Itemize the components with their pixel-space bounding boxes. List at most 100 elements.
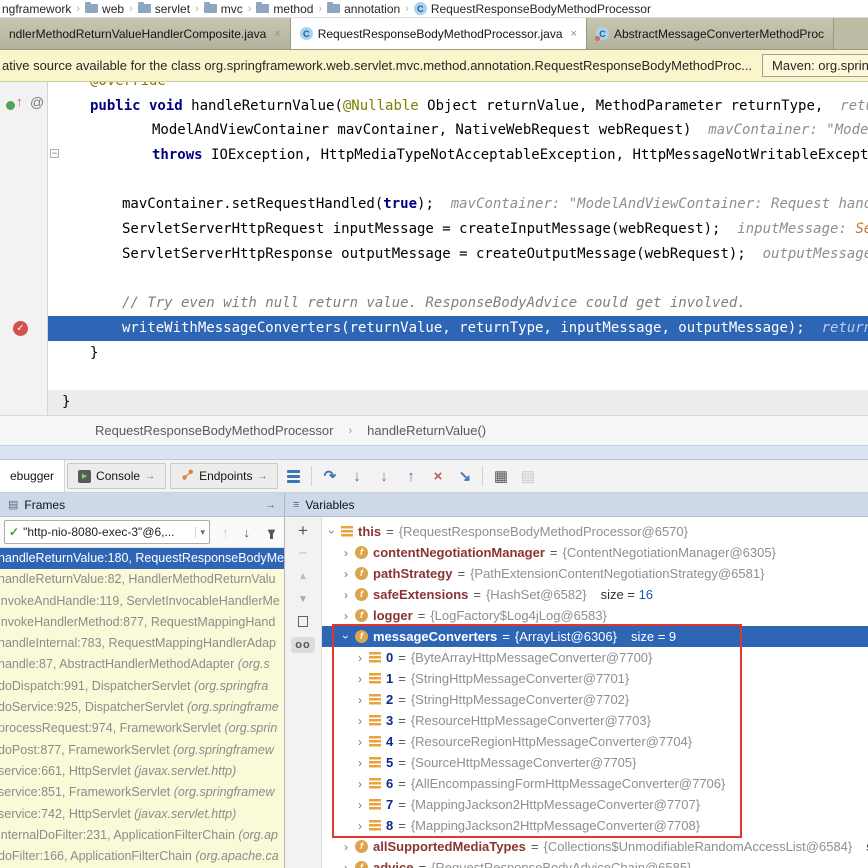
chevron-collapsed-icon[interactable]: › — [340, 841, 352, 853]
variable-row-4[interactable]: ›4={ResourceRegionHttpMessageConverter@7… — [322, 731, 868, 752]
breadcrumb-item-mvc[interactable]: mvc — [204, 2, 243, 16]
code-area[interactable]: @Overridepublic void handleReturnValue(@… — [48, 82, 868, 415]
override-marker-icon[interactable]: ↑ — [16, 95, 23, 108]
show-watches-icon[interactable]: oo — [291, 637, 314, 653]
chevron-collapsed-icon[interactable]: › — [340, 568, 352, 580]
variable-row-6[interactable]: ›6={AllEncompassingFormHttpMessageConver… — [322, 773, 868, 794]
filter-frames-icon[interactable]: ▼ — [265, 526, 278, 539]
frame-row[interactable]: handleReturnValue:82, HandlerMethodRetur… — [0, 569, 284, 590]
frame-row[interactable]: service:742, HttpServlet (javax.servlet.… — [0, 804, 284, 825]
drop-frame-icon[interactable]: × — [424, 460, 451, 492]
frame-up-icon[interactable]: ↑ — [222, 526, 229, 539]
frame-row[interactable]: handle:87, AbstractHandlerMethodAdapter … — [0, 654, 284, 675]
evaluate-expression-icon[interactable]: ▦ — [487, 460, 514, 492]
thread-selector[interactable]: ✓ "http-nio-8080-exec-3"@6,... ▾ — [4, 520, 210, 544]
frame-row[interactable]: service:661, HttpServlet (javax.servlet.… — [0, 761, 284, 782]
layout-icon[interactable]: ▤ — [514, 460, 541, 492]
move-down-icon[interactable]: ▼ — [298, 593, 308, 606]
variable-row-1[interactable]: ›1={StringHttpMessageConverter@7701} — [322, 668, 868, 689]
frame-row[interactable]: doFilter:166, ApplicationFilterChain (or… — [0, 846, 284, 867]
variable-row-advice[interactable]: ›fadvice={RequestResponseBodyAdviceChain… — [322, 857, 868, 868]
code-line[interactable]: throws IOException, HttpMediaTypeNotAcce… — [48, 143, 868, 168]
breadcrumb-method[interactable]: handleReturnValue() — [367, 423, 486, 438]
force-step-into-icon[interactable]: ↓ — [370, 460, 397, 492]
chevron-collapsed-icon[interactable]: › — [354, 757, 366, 769]
tab-ndlerMethodReturnValueHandlerComposite.java[interactable]: ndlerMethodReturnValueHandlerComposite.j… — [0, 18, 291, 49]
chevron-collapsed-icon[interactable]: › — [354, 778, 366, 790]
code-editor[interactable]: ↑ @ ✓ − − @Overridepublic void handleRet… — [0, 82, 868, 415]
chevron-collapsed-icon[interactable]: › — [340, 862, 352, 868]
code-line[interactable]: writeWithMessageConverters(returnValue, … — [48, 316, 868, 341]
chevron-collapsed-icon[interactable]: › — [354, 652, 366, 664]
frame-row[interactable]: doService:925, DispatcherServlet (org.sp… — [0, 697, 284, 718]
chevron-collapsed-icon[interactable]: › — [340, 589, 352, 601]
implementing-marker-icon[interactable] — [6, 101, 15, 110]
variable-row-safeExtensions[interactable]: ›fsafeExtensions={HashSet@6582}size = 16 — [322, 584, 868, 605]
step-out-icon[interactable]: ↑ — [397, 460, 424, 492]
chevron-collapsed-icon[interactable]: › — [340, 547, 352, 559]
frame-row[interactable]: handleInternal:783, RequestMappingHandle… — [0, 633, 284, 654]
variable-row-0[interactable]: ›0={ByteArrayHttpMessageConverter@7700} — [322, 647, 868, 668]
frame-row[interactable]: doPost:877, FrameworkServlet (org.spring… — [0, 740, 284, 761]
variable-row-8[interactable]: ›8={MappingJackson2HttpMessageConverter@… — [322, 815, 868, 836]
library-selector-button[interactable]: Maven: org.spring — [762, 54, 868, 77]
code-line[interactable]: } — [48, 341, 868, 366]
code-line[interactable]: // Try even with null return value. Resp… — [48, 291, 868, 316]
step-into-icon[interactable]: ↓ — [343, 460, 370, 492]
remove-watch-icon[interactable]: − — [299, 547, 308, 560]
code-line[interactable]: public void handleReturnValue(@Nullable … — [48, 94, 868, 119]
menu-icon[interactable] — [280, 460, 307, 492]
breadcrumb-item-method[interactable]: method — [256, 2, 313, 16]
breadcrumb-class[interactable]: RequestResponseBodyMethodProcessor — [95, 423, 333, 438]
chevron-expanded-icon[interactable]: › — [326, 526, 338, 538]
variable-row-logger[interactable]: ›flogger={LogFactory$Log4jLog@6583} — [322, 605, 868, 626]
frame-row[interactable]: doDispatch:991, DispatcherServlet (org.s… — [0, 676, 284, 697]
variable-row-2[interactable]: ›2={StringHttpMessageConverter@7702} — [322, 689, 868, 710]
variable-row-this[interactable]: ›this={RequestResponseBodyMethodProcesso… — [322, 521, 868, 542]
add-watch-icon[interactable]: + — [298, 524, 308, 537]
chevron-collapsed-icon[interactable]: › — [354, 820, 366, 832]
tab-RequestResponseBodyMethodProcessor.java[interactable]: CRequestResponseBodyMethodProcessor.java… — [291, 18, 587, 49]
chevron-expanded-icon[interactable]: › — [340, 631, 352, 643]
breadcrumb-item-RequestResponseBodyMethodProcessor[interactable]: CRequestResponseBodyMethodProcessor — [414, 2, 651, 16]
breadcrumb-item-servlet[interactable]: servlet — [138, 2, 190, 16]
chevron-collapsed-icon[interactable]: › — [354, 673, 366, 685]
variable-row-allSupportedMediaTypes[interactable]: ›fallSupportedMediaTypes={Collections$Un… — [322, 836, 868, 857]
frame-row[interactable]: processRequest:974, FrameworkServlet (or… — [0, 718, 284, 739]
code-line[interactable]: } — [48, 390, 868, 415]
code-line[interactable]: ServletServerHttpRequest inputMessage = … — [48, 217, 868, 242]
debug-tab-Console[interactable]: ▶Console→ — [67, 463, 166, 489]
duplicate-watch-icon[interactable] — [298, 616, 308, 627]
pin-icon[interactable]: → — [265, 499, 276, 511]
step-over-icon[interactable]: ↷ — [316, 460, 343, 492]
code-line[interactable] — [48, 267, 868, 292]
variable-row-pathStrategy[interactable]: ›fpathStrategy={PathExtensionContentNego… — [322, 563, 868, 584]
variable-row-3[interactable]: ›3={ResourceHttpMessageConverter@7703} — [322, 710, 868, 731]
move-up-icon[interactable]: ▲ — [298, 570, 308, 583]
variable-row-messageConverters[interactable]: ›fmessageConverters={ArrayList@6306}size… — [322, 626, 868, 647]
chevron-collapsed-icon[interactable]: › — [354, 736, 366, 748]
code-line[interactable]: mavContainer.setRequestHandled(true); ma… — [48, 192, 868, 217]
breadcrumb-item-ngframework[interactable]: ngframework — [2, 2, 71, 16]
breadcrumb-item-annotation[interactable]: annotation — [327, 2, 400, 16]
frame-down-icon[interactable]: ↓ — [244, 526, 251, 539]
variable-row-7[interactable]: ›7={MappingJackson2HttpMessageConverter@… — [322, 794, 868, 815]
frame-row[interactable]: service:851, FrameworkServlet (org.sprin… — [0, 782, 284, 803]
chevron-collapsed-icon[interactable]: › — [354, 694, 366, 706]
run-to-cursor-icon[interactable]: ↘ — [451, 460, 478, 492]
variable-row-5[interactable]: ›5={SourceHttpMessageConverter@7705} — [322, 752, 868, 773]
code-line[interactable] — [48, 168, 868, 193]
chevron-collapsed-icon[interactable]: › — [340, 610, 352, 622]
chevron-collapsed-icon[interactable]: › — [354, 715, 366, 727]
close-icon[interactable]: × — [571, 28, 577, 40]
code-line[interactable]: ModelAndViewContainer mavContainer, Nati… — [48, 118, 868, 143]
tab-AbstractMessageConverterMethodProc[interactable]: CAbstractMessageConverterMethodProc — [587, 18, 834, 49]
debug-tab-Endpoints[interactable]: Endpoints→ — [170, 463, 278, 489]
code-line[interactable]: ServletServerHttpResponse outputMessage … — [48, 242, 868, 267]
code-line[interactable]: @Override — [48, 82, 868, 94]
breadcrumb-item-web[interactable]: web — [85, 2, 124, 16]
chevron-collapsed-icon[interactable]: › — [354, 799, 366, 811]
debug-tab-ebugger[interactable]: ebugger — [0, 460, 65, 492]
variable-row-contentNegotiationManager[interactable]: ›fcontentNegotiationManager={ContentNego… — [322, 542, 868, 563]
frame-row[interactable]: internalDoFilter:231, ApplicationFilterC… — [0, 825, 284, 846]
